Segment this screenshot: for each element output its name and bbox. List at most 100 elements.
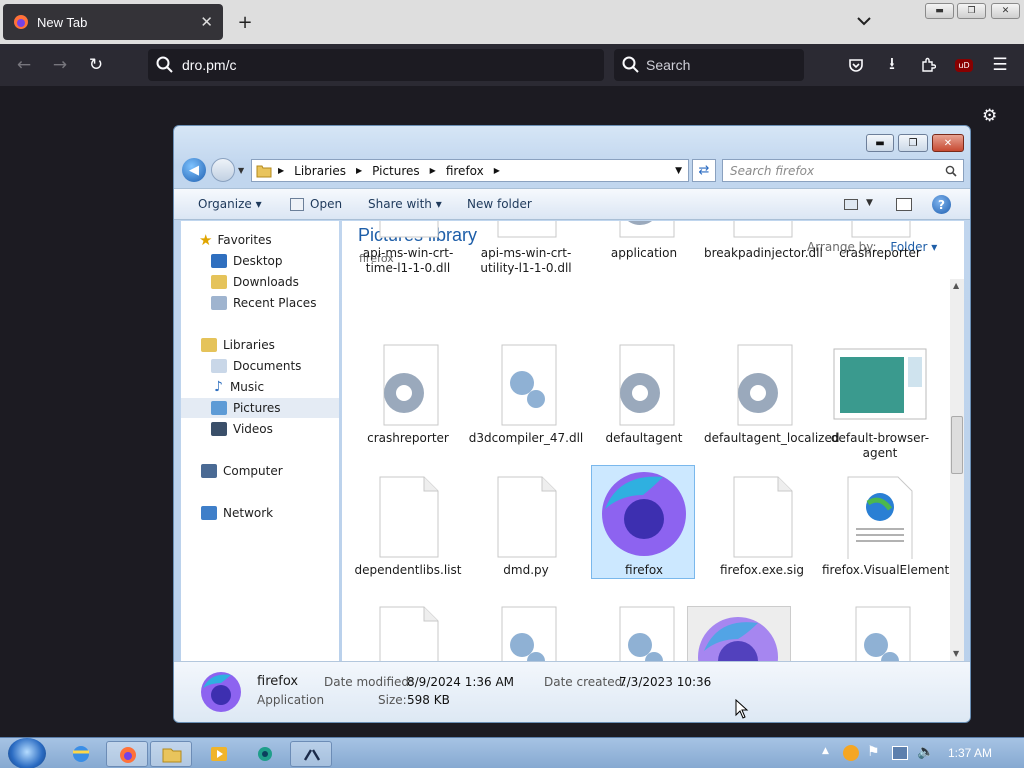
file-label[interactable]: firefox	[586, 563, 702, 578]
taskbar-explorer-icon[interactable]	[150, 741, 192, 767]
new-folder-button[interactable]: New folder	[467, 197, 532, 211]
forward-button[interactable]	[211, 158, 235, 182]
nav-recent-places[interactable]: Recent Places	[181, 293, 339, 313]
file-label[interactable]: application	[586, 246, 702, 261]
restore-button[interactable]: ❐	[957, 3, 986, 19]
tray-network-icon[interactable]	[892, 746, 908, 760]
new-tab-button[interactable]: +	[234, 10, 256, 34]
pocket-icon[interactable]	[842, 51, 870, 79]
taskbar-media-player-icon[interactable]	[198, 741, 240, 767]
start-button[interactable]	[8, 738, 46, 768]
breadcrumb-firefox[interactable]: firefox	[446, 164, 484, 178]
nav-network[interactable]: Network	[181, 503, 339, 523]
reload-icon[interactable]: ↻	[82, 51, 110, 79]
scrollbar-thumb[interactable]	[951, 416, 963, 474]
file-icon-partial[interactable]	[844, 605, 916, 661]
recent-pages-chevron-icon[interactable]: ▼	[238, 166, 244, 175]
list-tabs-icon[interactable]	[853, 10, 875, 32]
refresh-icon[interactable]: ⇄	[692, 159, 716, 182]
file-icon-blank[interactable]	[726, 475, 798, 559]
nav-pictures[interactable]: Pictures	[181, 398, 339, 418]
file-icon-partial[interactable]	[372, 605, 444, 661]
nav-desktop[interactable]: Desktop	[181, 251, 339, 271]
file-label[interactable]: crashreporter	[350, 431, 466, 446]
taskbar-app-icon[interactable]	[244, 741, 286, 767]
breadcrumb-libraries[interactable]: Libraries	[294, 164, 346, 178]
file-icon-gear[interactable]	[608, 343, 680, 427]
file-icon-partial[interactable]	[608, 605, 680, 661]
open-button[interactable]: Open	[310, 197, 342, 211]
file-icon-gear[interactable]	[608, 221, 680, 239]
address-bar[interactable]: ▶ Libraries ▶ Pictures ▶ firefox ▶ ▼	[251, 159, 689, 182]
tab-close-icon[interactable]: ✕	[200, 13, 213, 31]
share-with-button[interactable]: Share with ▾	[368, 197, 442, 211]
address-dropdown-icon[interactable]: ▼	[675, 166, 682, 176]
file-icon-gear-small[interactable]	[490, 343, 562, 427]
taskbar-ie-icon[interactable]	[60, 741, 102, 767]
nav-videos[interactable]: Videos	[181, 419, 339, 439]
nav-libraries[interactable]: Libraries	[181, 335, 339, 355]
tab-new-tab[interactable]: New Tab ✕	[3, 4, 223, 40]
nav-favorites[interactable]: ★ Favorites	[181, 230, 339, 250]
nav-computer[interactable]: Computer	[181, 461, 339, 481]
file-icon-firefox[interactable]	[599, 469, 689, 559]
file-label[interactable]: firefox.exe.sig	[704, 563, 820, 578]
file-icon-xml[interactable]	[844, 475, 916, 566]
file-label[interactable]: api-ms-win-crt-utility-l1-1-0.dll	[468, 246, 584, 276]
tray-flag-icon[interactable]: ⚑	[867, 744, 880, 760]
ublock-icon[interactable]: uD	[950, 51, 978, 79]
minimize-button[interactable]: ▬	[925, 3, 954, 19]
extensions-icon[interactable]	[914, 51, 942, 79]
nav-music[interactable]: ♪ Music	[181, 377, 339, 397]
preview-pane-icon[interactable]	[896, 198, 912, 211]
file-label[interactable]: dmd.py	[468, 563, 584, 578]
tray-volume-icon[interactable]: 🔈	[917, 744, 934, 760]
url-bar[interactable]: dro.pm/c	[148, 49, 604, 81]
change-view-icon[interactable]	[844, 199, 858, 210]
back-button[interactable]: ◀	[182, 158, 206, 182]
file-label[interactable]: defaultagent	[586, 431, 702, 446]
file-label[interactable]: d3dcompiler_47.dll	[468, 431, 584, 446]
nav-downloads[interactable]: Downloads	[181, 272, 339, 292]
scroll-up-icon[interactable]: ▲	[953, 281, 959, 290]
view-options-chevron-icon[interactable]: ▼	[866, 198, 873, 208]
file-icon-blank[interactable]	[490, 221, 562, 239]
downloads-icon[interactable]: ⭳	[878, 51, 906, 79]
tray-shield-icon[interactable]	[843, 745, 859, 761]
organize-button[interactable]: Organize ▾	[198, 197, 262, 211]
scroll-down-icon[interactable]: ▼	[953, 649, 959, 658]
taskbar-terminal-icon[interactable]	[290, 741, 332, 767]
menu-icon[interactable]: ☰	[986, 51, 1014, 79]
forward-icon[interactable]: →	[46, 51, 74, 79]
file-icon-blank[interactable]	[372, 475, 444, 559]
nav-documents[interactable]: Documents	[181, 356, 339, 376]
file-icon-gear[interactable]	[372, 343, 444, 427]
help-icon[interactable]: ?	[932, 195, 951, 214]
file-icon-gear[interactable]	[726, 343, 798, 427]
tray-expand-icon[interactable]: ▲	[822, 746, 829, 756]
clock[interactable]: 1:37 AM	[948, 746, 992, 760]
file-label[interactable]: default-browser-agent	[822, 431, 938, 461]
file-icon-window[interactable]	[832, 343, 928, 427]
file-label[interactable]: api-ms-win-crt-time-l1-1-0.dll	[350, 246, 466, 276]
file-label[interactable]: crashreporter	[822, 246, 938, 261]
back-icon[interactable]: ←	[10, 51, 38, 79]
file-label[interactable]: firefox.VisualElementsManifest	[822, 563, 964, 578]
taskbar-firefox-icon[interactable]	[106, 741, 148, 767]
file-icon-blank[interactable]	[372, 221, 444, 239]
file-icon-partial[interactable]	[490, 605, 562, 661]
file-icon-blank[interactable]	[844, 221, 916, 239]
file-icon-blank[interactable]	[726, 221, 798, 239]
file-label[interactable]: breakpadinjector.dll	[704, 246, 823, 261]
search-bar[interactable]: Search	[614, 49, 804, 81]
explorer-maximize-button[interactable]: ❐	[898, 134, 928, 152]
file-label[interactable]: dependentlibs.list	[350, 563, 466, 578]
explorer-minimize-button[interactable]: ▬	[866, 134, 894, 152]
breadcrumb-pictures[interactable]: Pictures	[372, 164, 420, 178]
explorer-close-button[interactable]: ✕	[932, 134, 964, 152]
explorer-search-input[interactable]: Search firefox	[722, 159, 964, 182]
close-button[interactable]: ✕	[991, 3, 1020, 19]
gear-icon[interactable]: ⚙	[982, 106, 997, 126]
file-icon-blank[interactable]	[490, 475, 562, 559]
file-label[interactable]: defaultagent_localized	[704, 431, 839, 446]
